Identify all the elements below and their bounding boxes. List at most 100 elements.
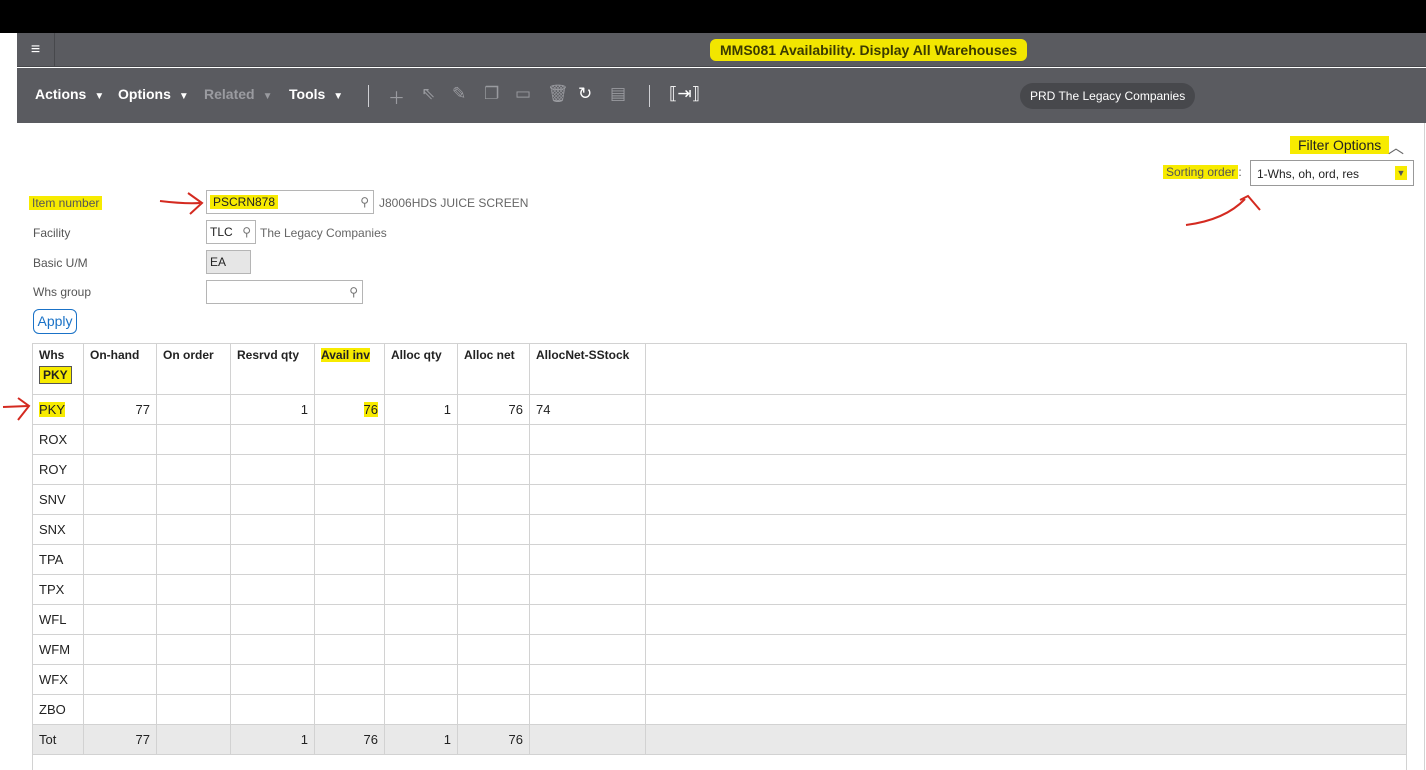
calendar-icon[interactable]: ▤ (610, 84, 626, 104)
cell-on-hand (83, 634, 157, 665)
search-icon[interactable]: ⚲ (360, 191, 369, 213)
table-empty-area (32, 752, 1407, 770)
toolbar-separator (649, 85, 650, 107)
cell-whs: ROY (32, 454, 84, 485)
cell-alloc-qty (384, 484, 458, 515)
cell-avail-inv (314, 514, 385, 545)
cell-whs: SNX (32, 514, 84, 545)
table-row[interactable]: ZBO (32, 694, 1407, 725)
column-header-avail-inv[interactable]: Avail inv (314, 343, 385, 395)
filter-options-toggle[interactable]: Filter Options (1290, 136, 1390, 154)
chevron-up-icon[interactable]: ︿ (1388, 134, 1404, 158)
column-header-on-order[interactable]: On order (156, 343, 231, 395)
apply-button[interactable]: Apply (33, 309, 77, 334)
table-row[interactable]: PKY 77 1 76 1 76 74 (32, 394, 1407, 425)
table-row[interactable]: TPX (32, 574, 1407, 605)
cell-on-hand (83, 454, 157, 485)
cell-on-hand (83, 484, 157, 515)
basic-um-field: EA (206, 250, 251, 274)
cell-alloc-qty (384, 604, 458, 635)
sorting-order-select[interactable]: 1-Whs, oh, ord, res ▼ (1250, 160, 1414, 186)
cell-avail-inv (314, 454, 385, 485)
whs-group-field[interactable]: ⚲ (206, 280, 363, 304)
cell-allocnet-sstock: 74 (529, 394, 646, 425)
chevron-down-icon[interactable]: ▼ (1395, 166, 1407, 180)
cell-alloc-net (457, 424, 530, 455)
cell-filler (645, 694, 1407, 725)
actions-menu[interactable]: Actions ▼ (35, 86, 104, 102)
cell-on-order (156, 394, 231, 425)
cell-on-order (156, 574, 231, 605)
cell-filler (645, 574, 1407, 605)
whs-filter-input[interactable]: PKY (39, 366, 72, 384)
column-header-allocnet-sstock[interactable]: AllocNet-SStock (529, 343, 646, 395)
cell-on-hand (83, 664, 157, 695)
cell-resrvd-qty (230, 574, 315, 605)
table-row[interactable]: ROY (32, 454, 1407, 485)
item-number-label: Item number (29, 196, 103, 210)
cell-resrvd-qty (230, 604, 315, 635)
table-row[interactable]: WFL (32, 604, 1407, 635)
cell-avail-inv (314, 634, 385, 665)
availability-table: Whs PKY On-hand On order Resrvd qty Avail… (32, 343, 1407, 755)
add-icon[interactable]: ＋ (388, 84, 405, 109)
cell-alloc-net (457, 604, 530, 635)
delete-icon[interactable]: 🗑 (547, 84, 569, 104)
edit-icon[interactable]: ✎ (452, 84, 466, 104)
cell-alloc-qty (384, 544, 458, 575)
toolbar-separator (368, 85, 369, 107)
column-header-whs[interactable]: Whs PKY (32, 343, 84, 395)
table-row[interactable]: WFX (32, 664, 1407, 695)
item-number-field[interactable]: PSCRN878 ⚲ (206, 190, 374, 214)
sorting-order-label: Sorting order: (1163, 165, 1242, 179)
cell-on-order (156, 724, 231, 755)
options-menu[interactable]: Options ▼ (118, 86, 189, 102)
cell-on-order (156, 634, 231, 665)
cell-on-order (156, 604, 231, 635)
cell-alloc-net (457, 574, 530, 605)
cell-allocnet-sstock (529, 694, 646, 725)
cell-allocnet-sstock (529, 484, 646, 515)
cell-allocnet-sstock (529, 634, 646, 665)
cell-alloc-qty (384, 634, 458, 665)
table-row[interactable]: SNX (32, 514, 1407, 545)
column-header-on-hand[interactable]: On-hand (83, 343, 157, 395)
column-header-alloc-net[interactable]: Alloc net (457, 343, 530, 395)
cell-on-order (156, 694, 231, 725)
select-icon[interactable]: ⇖ (421, 84, 435, 104)
search-icon[interactable]: ⚲ (242, 221, 251, 243)
facility-description: The Legacy Companies (260, 226, 387, 240)
facility-field[interactable]: TLC ⚲ (206, 220, 256, 244)
hamburger-icon[interactable]: ≡ (17, 33, 55, 67)
cell-resrvd-qty (230, 664, 315, 695)
cell-alloc-net (457, 694, 530, 725)
cell-alloc-net (457, 514, 530, 545)
tools-menu[interactable]: Tools ▼ (289, 86, 343, 102)
cell-alloc-qty (384, 574, 458, 605)
cell-avail-inv: 76 (314, 394, 385, 425)
column-header-resrvd-qty[interactable]: Resrvd qty (230, 343, 315, 395)
cell-alloc-net (457, 484, 530, 515)
table-row[interactable]: WFM (32, 634, 1407, 665)
related-menu[interactable]: Related ▼ (204, 86, 272, 102)
table-row[interactable]: TPA (32, 544, 1407, 575)
cell-avail-inv (314, 604, 385, 635)
cell-avail-inv: 76 (314, 724, 385, 755)
cell-on-hand (83, 544, 157, 575)
cell-allocnet-sstock (529, 544, 646, 575)
cell-alloc-net (457, 634, 530, 665)
refresh-icon[interactable]: ↻ (578, 84, 592, 104)
cell-allocnet-sstock (529, 664, 646, 695)
copy-icon[interactable]: ❐ (484, 84, 499, 104)
export-icon[interactable]: ⟦⇥⟧ (669, 84, 700, 104)
cell-on-order (156, 454, 231, 485)
table-row[interactable]: ROX (32, 424, 1407, 455)
search-icon[interactable]: ⚲ (349, 281, 358, 303)
table-total-row: Tot 77 1 76 1 76 (32, 724, 1407, 755)
environment-badge[interactable]: PRD The Legacy Companies (1020, 83, 1196, 109)
cell-allocnet-sstock (529, 454, 646, 485)
column-header-alloc-qty[interactable]: Alloc qty (384, 343, 458, 395)
display-icon[interactable]: ▭ (515, 84, 531, 104)
cell-filler (645, 604, 1407, 635)
table-row[interactable]: SNV (32, 484, 1407, 515)
